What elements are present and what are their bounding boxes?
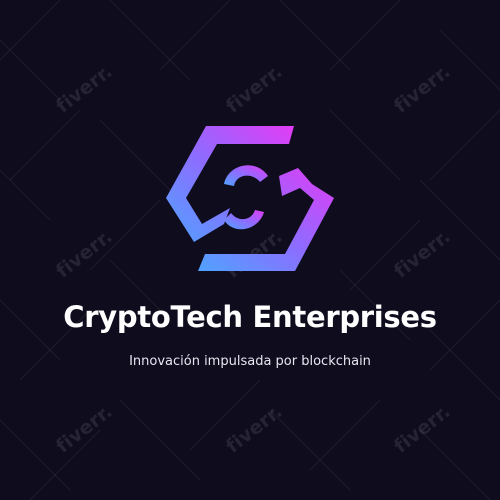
hexagon-chain-link-icon bbox=[166, 126, 334, 271]
logo-canvas: fiverr. fiverr. fiverr. fiverr. fiverr. … bbox=[0, 0, 500, 500]
brand-tagline: Innovación impulsada por blockchain bbox=[129, 354, 371, 369]
brand-name: CryptoTech Enterprises bbox=[63, 300, 437, 334]
